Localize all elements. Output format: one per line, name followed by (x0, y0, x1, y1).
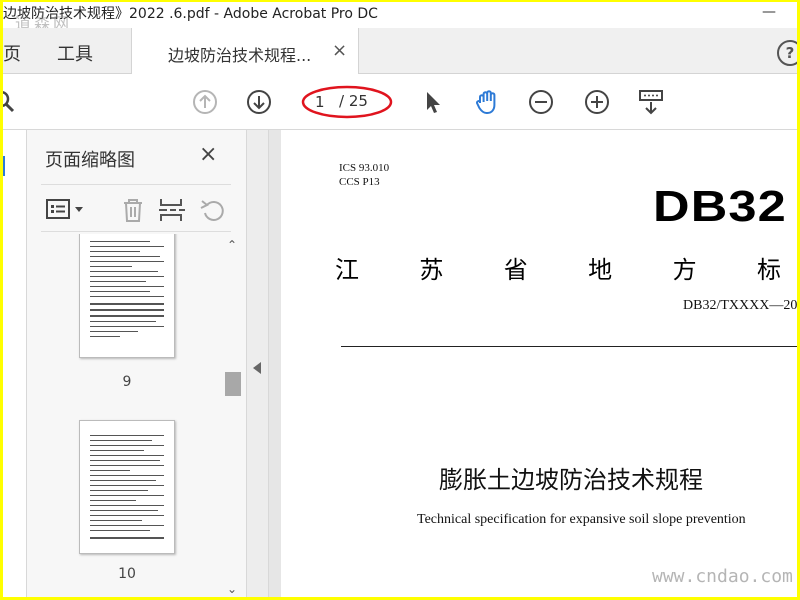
minimize-button[interactable]: — (759, 4, 779, 24)
tab-tools[interactable]: 工具 (57, 40, 93, 66)
search-icon[interactable] (3, 90, 17, 114)
doc-title-english: Technical specification for expansive so… (417, 512, 746, 527)
delete-icon[interactable] (119, 197, 147, 223)
help-icon[interactable]: ? (777, 40, 797, 66)
doc-heading-char: 方 (672, 256, 697, 284)
acrobat-window: 边坡防治技术规程》2022 .6.pdf - Adobe Acrobat Pro… (3, 2, 797, 597)
doc-heading: 江 苏 省 地 方 标 (335, 250, 797, 285)
scroll-mode-icon[interactable] (637, 88, 665, 116)
thumbnail-panel-close-button[interactable]: × (199, 142, 217, 167)
main-toolbar: 1 / 25 (3, 74, 797, 130)
doc-heading-char: 标 (756, 256, 781, 284)
scroll-up-icon[interactable]: ⌃ (227, 238, 237, 252)
thumbnail-page-number: 9 (122, 374, 132, 390)
doc-heading-char: 省 (503, 256, 528, 284)
page-up-icon[interactable] (191, 88, 219, 116)
document-viewport[interactable]: ICS 93.010 CCS P13 DB32 江 苏 省 地 方 标 DB32… (269, 130, 797, 597)
thumbnails-nav-icon[interactable] (3, 156, 11, 176)
rotate-icon[interactable] (199, 197, 227, 223)
doc-ics-code: ICS 93.010 (339, 162, 390, 174)
doc-standard-number: DB32/TXXXX—20 (683, 298, 797, 313)
tab-home[interactable]: 页 (3, 40, 21, 66)
thumbnail-scrollbar[interactable]: ⌃ ⌄ (223, 234, 243, 597)
select-arrow-icon[interactable] (419, 88, 447, 116)
page-down-icon[interactable] (245, 88, 273, 116)
panel-collapse-handle[interactable] (247, 130, 269, 597)
tab-bar: 页 工具 边坡防治技术规程... × ? (3, 28, 797, 75)
thumbnail-page-9[interactable] (79, 234, 175, 358)
doc-heading-char: 苏 (419, 256, 444, 284)
thumbnail-toolbar (41, 184, 231, 232)
title-bar: 边坡防治技术规程》2022 .6.pdf - Adobe Acrobat Pro… (3, 2, 797, 33)
doc-title-chinese: 膨胀土边坡防治技术规程 (439, 466, 703, 494)
collapse-arrow-icon (253, 362, 261, 374)
zoom-out-icon[interactable] (527, 88, 555, 116)
doc-heading-char: 地 (588, 256, 613, 284)
thumbnail-page-10[interactable] (79, 420, 175, 554)
doc-heading-char: 江 (335, 256, 359, 284)
doc-ccs-code: CCS P13 (339, 176, 380, 188)
tab-close-button[interactable]: × (332, 40, 347, 61)
thumbnail-panel: 页面缩略图 × 9 10 ⌃ ⌄ (27, 130, 247, 597)
thumbnail-panel-title: 页面缩略图 (45, 150, 135, 171)
scrollbar-thumb[interactable] (225, 372, 241, 396)
tab-document-label: 边坡防治技术规程... (168, 46, 312, 65)
extract-icon[interactable] (157, 197, 187, 223)
thumbnail-page-number: 10 (118, 566, 136, 582)
watermark-bottom: www.cndao.com (652, 566, 793, 587)
zoom-in-icon[interactable] (583, 88, 611, 116)
red-highlight-ellipse (301, 85, 393, 119)
document-page: ICS 93.010 CCS P13 DB32 江 苏 省 地 方 标 DB32… (281, 130, 797, 597)
tab-document[interactable]: 边坡防治技术规程... × (131, 28, 359, 75)
doc-standard-code: DB32 (653, 182, 787, 231)
scroll-down-icon[interactable]: ⌄ (227, 582, 237, 596)
left-navigation-strip (3, 130, 27, 597)
hand-tool-icon[interactable] (473, 88, 501, 116)
options-menu-icon[interactable] (45, 197, 89, 221)
thumbnail-list: 9 10 (27, 234, 227, 597)
doc-divider (341, 346, 797, 347)
